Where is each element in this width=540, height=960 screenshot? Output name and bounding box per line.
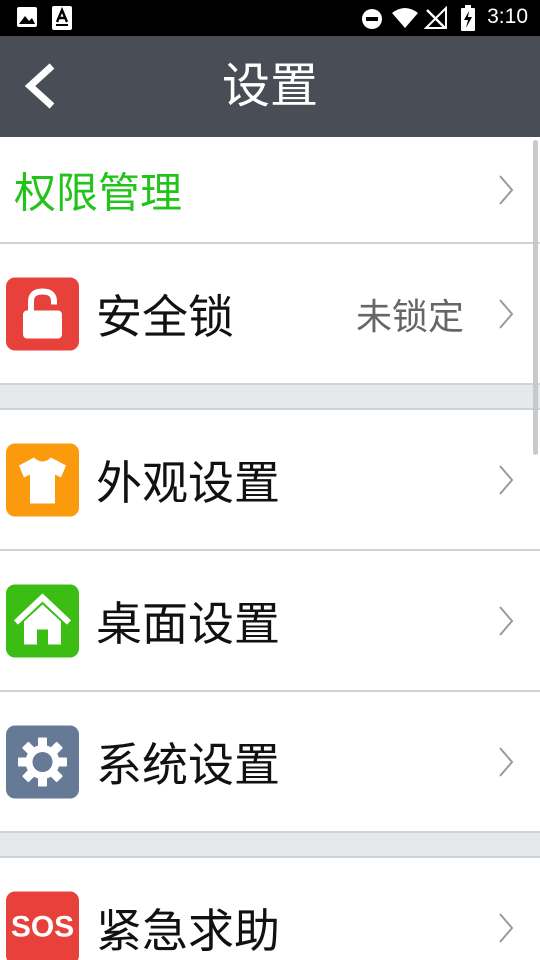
- no-signal-icon: [423, 5, 448, 34]
- battery-charging-icon: [460, 5, 476, 35]
- emergency-help-item[interactable]: SOS 紧急求助: [0, 858, 540, 960]
- title-bar: 设置: [0, 36, 540, 137]
- image-icon: [16, 6, 38, 32]
- section-divider: [0, 385, 540, 410]
- desktop-settings-item[interactable]: 桌面设置: [0, 551, 540, 692]
- sos-icon-text: SOS: [10, 910, 75, 944]
- status-time: 3:10: [487, 5, 528, 28]
- chevron-right-icon: [499, 605, 514, 636]
- gear-icon: [6, 725, 79, 798]
- wifi-icon: [391, 7, 419, 33]
- emergency-help-label: 紧急求助: [96, 903, 280, 958]
- desktop-settings-label: 桌面设置: [96, 596, 280, 651]
- appearance-settings-item[interactable]: 外观设置: [0, 410, 540, 551]
- permission-management-item[interactable]: 权限管理: [0, 137, 540, 244]
- chevron-right-icon: [499, 912, 514, 943]
- tshirt-icon: [6, 443, 79, 516]
- chevron-right-icon: [499, 174, 514, 205]
- settings-list: 权限管理 安全锁 未锁定 外观设置 桌面设置 系统设置 SOS 紧急求助: [0, 137, 540, 960]
- page-title: 设置: [221, 58, 318, 114]
- status-bar: 3:10: [0, 0, 540, 36]
- chevron-right-icon: [499, 464, 514, 495]
- security-lock-status: 未锁定: [355, 296, 464, 338]
- sos-icon: SOS: [6, 891, 79, 960]
- security-lock-label: 安全锁: [96, 289, 234, 344]
- security-lock-item[interactable]: 安全锁 未锁定: [0, 244, 540, 385]
- do-not-disturb-icon: [361, 8, 383, 34]
- text-a-icon: [51, 6, 73, 34]
- permission-management-label: 权限管理: [14, 168, 183, 217]
- chevron-right-icon: [499, 746, 514, 777]
- system-settings-label: 系统设置: [96, 737, 280, 792]
- system-settings-item[interactable]: 系统设置: [0, 692, 540, 833]
- scrollbar[interactable]: [533, 140, 538, 455]
- appearance-settings-label: 外观设置: [96, 455, 280, 510]
- section-divider: [0, 833, 540, 858]
- home-icon: [6, 584, 79, 657]
- lock-icon: [6, 277, 79, 350]
- settings-screen: 3:10 设置 权限管理 安全锁 未锁定 外观设置 桌面设置 系统设置 SOS …: [0, 0, 540, 960]
- chevron-right-icon: [499, 298, 514, 329]
